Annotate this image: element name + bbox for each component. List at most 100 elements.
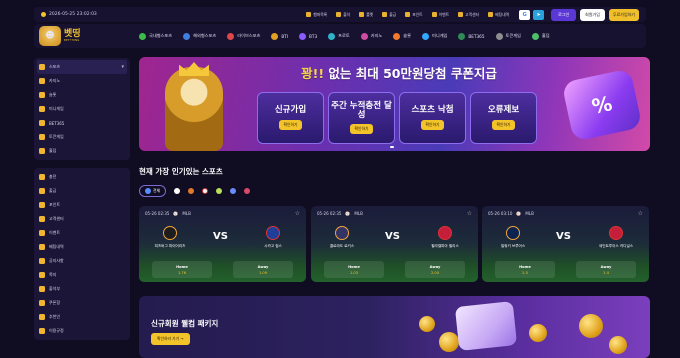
google-login-icon[interactable]: G: [519, 9, 531, 20]
top-link-bet-history[interactable]: 베팅내역: [488, 12, 509, 18]
nav-item-10[interactable]: 토큰게임: [495, 32, 521, 40]
sidebar-games: 스포츠 ▾ 카지노 슬롯 미니게임 BET365 토큰게임 홀덤: [34, 58, 130, 160]
confirm-button[interactable]: 확인하기: [349, 124, 374, 135]
away-odds-button[interactable]: Away 1.4: [576, 261, 636, 278]
nav-icon: [139, 32, 146, 40]
top-links: 햄퍼목록 출석 룰렛 출금 포인트 이벤트 고객센터 베팅내역: [306, 12, 509, 18]
nav-item-6[interactable]: 카지노: [360, 32, 382, 40]
menu-icon: [39, 64, 45, 70]
tennis-icon[interactable]: [216, 188, 222, 194]
promo-banner[interactable]: 꽝!! 없는 최대 50만원당첨 쿠폰지급 신규가입 확인하기 주간 누적충전 달…: [139, 57, 650, 151]
baseball-icon[interactable]: [202, 188, 208, 194]
sidebar: 스포츠 ▾ 카지노 슬롯 미니게임 BET365 토큰게임 홀덤 충전 출금 포인트 고객센터 이벤트…: [34, 58, 130, 348]
sidebar-item-group2-9[interactable]: 쿠폰함: [37, 296, 127, 310]
nav-item-0[interactable]: 국내형스포츠: [139, 32, 172, 40]
home-odds-button[interactable]: Home 2.5: [495, 261, 555, 278]
favorite-star-icon[interactable]: ☆: [638, 210, 643, 217]
nav-item-3[interactable]: BTI: [271, 32, 288, 40]
promo-button[interactable]: 확인하러 가기 →: [151, 333, 190, 345]
esports-icon[interactable]: [244, 188, 250, 194]
sidebar-item-group2-2[interactable]: 포인트: [37, 198, 127, 212]
away-team-logo: [266, 226, 280, 240]
sidebar-item-group2-11[interactable]: 이용규정: [37, 324, 127, 338]
banner-card-signup[interactable]: 신규가입 확인하기: [257, 92, 324, 144]
sidebar-item-group2-8[interactable]: 출석부: [37, 282, 127, 296]
match-card[interactable]: 05-26 03:10 ⚾ MLB ☆ 밀워키 브루어스 세인트루이스 카디널스 VS Hom…: [482, 206, 649, 282]
all-sports-icon: [145, 188, 151, 194]
free-signup-button[interactable]: 무료가입하기: [608, 8, 639, 21]
menu-icon: [39, 202, 45, 208]
nav-item-5[interactable]: 프로토: [328, 32, 350, 40]
nav-item-8[interactable]: 미니게임: [422, 32, 447, 40]
away-odds-button[interactable]: Away 1.09: [233, 261, 293, 278]
confirm-button[interactable]: 확인하기: [278, 119, 303, 130]
sidebar-item-group2-6[interactable]: 공지사항: [37, 254, 127, 268]
menu-icon: [39, 286, 45, 292]
nav-item-2[interactable]: 라이브스포츠: [227, 32, 260, 40]
baseball-icon: ⚾: [173, 211, 179, 216]
sidebar-item-group2-7[interactable]: 쪽지: [37, 268, 127, 282]
top-link-hamper[interactable]: 햄퍼목록: [306, 12, 327, 18]
banner-card-weekly[interactable]: 주간 누적충전 달성 확인하기: [328, 92, 395, 144]
banner-pager-dot[interactable]: [390, 146, 394, 148]
nav-item-4[interactable]: BT3: [299, 32, 317, 40]
nav-item-9[interactable]: BET365: [458, 32, 485, 40]
top-link-points[interactable]: 포인트: [405, 12, 423, 18]
logo[interactable]: ☻ 벳띵 BETTHING: [39, 26, 139, 46]
sidebar-item-group1-1[interactable]: 카지노: [37, 74, 127, 88]
sidebar-item-group1-2[interactable]: 슬롯: [37, 88, 127, 102]
basketball-icon[interactable]: [188, 188, 194, 194]
away-odds-button[interactable]: Away 2.00: [405, 261, 465, 278]
home-odds-button[interactable]: Home 1.76: [152, 261, 212, 278]
menu-icon: [39, 78, 45, 84]
menu-icon: [39, 300, 45, 306]
match-card[interactable]: 05-26 02:35 ⚾ MLB ☆ 피츠버그 파이어리츠 시카고 컵스 VS Home 1.…: [139, 206, 306, 282]
banner-card-error-report[interactable]: 오류제보 확인하기: [470, 92, 537, 144]
soccer-icon[interactable]: [174, 188, 180, 194]
nav-item-11[interactable]: 홀덤: [531, 32, 550, 40]
top-link-withdraw[interactable]: 출금: [382, 12, 396, 18]
coin-icon: [439, 332, 459, 352]
signup-button[interactable]: 회원가입: [580, 8, 605, 21]
sport-filters: 전체: [139, 185, 250, 197]
favorite-star-icon[interactable]: ☆: [467, 210, 472, 217]
top-link-event[interactable]: 이벤트: [431, 12, 449, 18]
banner-card-sports-loss[interactable]: 스포츠 낙첨 확인하기: [399, 92, 466, 144]
chevron-down-icon[interactable]: ▾: [121, 64, 124, 70]
sidebar-item-group2-3[interactable]: 고객센터: [37, 212, 127, 226]
clock-icon: [41, 12, 46, 17]
telegram-icon[interactable]: ➤: [533, 9, 545, 20]
menu-icon: [39, 174, 45, 180]
match-card[interactable]: 05-26 02:35 ⚾ MLB ☆ 콜로라도 로키스 필라델피아 필리스 VS Home 1…: [311, 206, 478, 282]
sidebar-item-group1-5[interactable]: 토큰게임: [37, 130, 127, 144]
home-odds-button[interactable]: Home 1.03: [324, 261, 384, 278]
sidebar-item-group1-4[interactable]: BET365: [37, 116, 127, 130]
top-link-attendance[interactable]: 출석: [336, 12, 350, 18]
match-header: 05-26 02:35 ⚾ MLB: [317, 211, 363, 216]
sidebar-item-group1-0[interactable]: 스포츠 ▾: [37, 60, 127, 74]
nav-icon: [328, 32, 336, 40]
top-link-support[interactable]: 고객센터: [458, 12, 479, 18]
confirm-button[interactable]: 확인하기: [420, 119, 445, 130]
sidebar-item-group1-6[interactable]: 홀덤: [37, 144, 127, 158]
headset-icon: [458, 12, 464, 17]
welcome-package-banner[interactable]: 신규회원 웰컴 패키지 확인하러 가기 →: [139, 296, 650, 358]
volleyball-icon[interactable]: [230, 188, 236, 194]
sidebar-item-group1-3[interactable]: 미니게임: [37, 102, 127, 116]
sidebar-item-group2-0[interactable]: 충전: [37, 170, 127, 184]
sidebar-item-group2-5[interactable]: 베팅내역: [37, 240, 127, 254]
king-mascot-illustration: [165, 67, 223, 151]
favorite-star-icon[interactable]: ☆: [295, 210, 300, 217]
sidebar-item-group2-1[interactable]: 출금: [37, 184, 127, 198]
confirm-button[interactable]: 확인하기: [491, 119, 516, 130]
logo-subtitle: BETTHING: [64, 39, 80, 42]
filter-all[interactable]: 전체: [139, 185, 166, 197]
sidebar-item-group2-4[interactable]: 이벤트: [37, 226, 127, 240]
sidebar-item-group2-10[interactable]: 추천인: [37, 310, 127, 324]
nav-icon: [458, 32, 466, 40]
nav-item-7[interactable]: 슬롯: [393, 32, 411, 40]
login-button[interactable]: 로그인: [551, 8, 577, 21]
coin-icon: [529, 324, 547, 342]
nav-item-1[interactable]: 해외형스포츠: [183, 32, 216, 40]
top-link-roulette[interactable]: 룰렛: [359, 12, 373, 18]
